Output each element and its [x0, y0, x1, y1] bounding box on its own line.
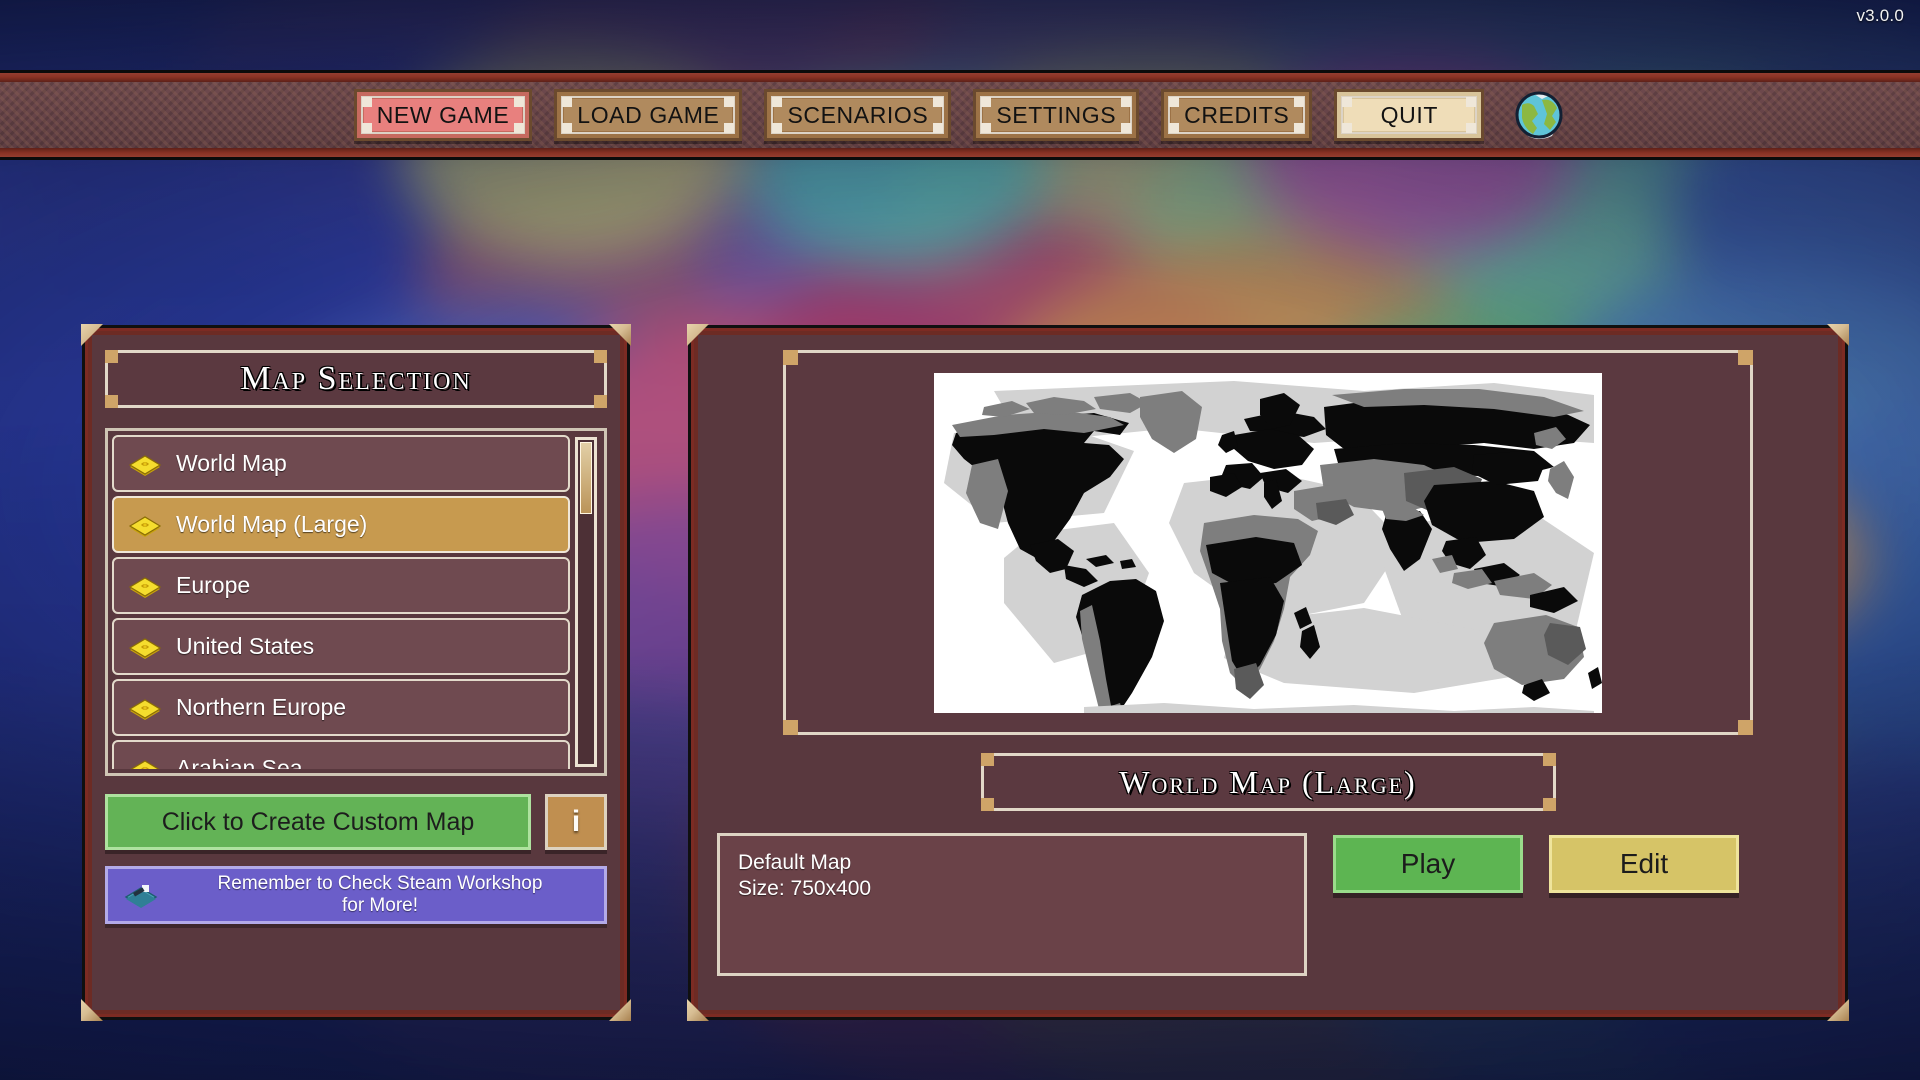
corner-ornament-tl: [81, 324, 103, 346]
corner-ornament-tl: [687, 324, 709, 346]
nav-quit[interactable]: QUIT: [1334, 89, 1484, 141]
corner-ornament-tr: [1827, 324, 1849, 346]
globe-icon[interactable]: [1512, 88, 1566, 142]
map-stack-icon: [128, 451, 162, 477]
map-stack-icon: [128, 573, 162, 599]
corner-ornament-br: [1827, 999, 1849, 1021]
world-map-preview: [934, 373, 1602, 713]
map-stack-icon: [128, 634, 162, 660]
nav-settings-label: SETTINGS: [982, 102, 1130, 129]
map-selection-title-plate: Map Selection: [105, 350, 607, 408]
navbar-top-stripe: [0, 73, 1920, 82]
map-preview-frame: [783, 350, 1753, 735]
version-label: v3.0.0: [1856, 6, 1904, 26]
map-list-scrollbar-thumb[interactable]: [580, 442, 592, 514]
nav-credits-label: CREDITS: [1170, 102, 1303, 129]
map-list-item-label: Arabian Sea: [176, 755, 303, 769]
map-list-item-label: United States: [176, 633, 314, 660]
nav-load-game[interactable]: LOAD GAME: [554, 89, 742, 141]
map-selection-panel: Map Selection World Map World Map (Large)…: [82, 325, 630, 1020]
map-list-scroll-area[interactable]: World Map World Map (Large) Europe United S…: [112, 435, 570, 769]
corner-ornament-tr: [609, 324, 631, 346]
corner-ornament-bl: [81, 999, 103, 1021]
map-stack-icon: [128, 695, 162, 721]
corner-ornament-bl: [687, 999, 709, 1021]
navbar-bottom-stripe: [0, 148, 1920, 157]
selected-map-title: World Map (Large): [1119, 764, 1416, 801]
navbar-buttons: NEW GAME LOAD GAME SCENARIOS SETTINGS CREDIT…: [0, 82, 1920, 148]
description-line-2: Size: 750x400: [738, 876, 1286, 902]
map-list-item[interactable]: Northern Europe: [112, 679, 570, 736]
main-navbar: NEW GAME LOAD GAME SCENARIOS SETTINGS CREDIT…: [0, 70, 1920, 160]
map-list-item-label: Northern Europe: [176, 694, 346, 721]
corner-ornament-br: [609, 999, 631, 1021]
play-button-label: Play: [1401, 848, 1455, 880]
map-stack-icon: [128, 756, 162, 770]
nav-load-game-label: LOAD GAME: [563, 102, 733, 129]
selected-map-title-plate: World Map (Large): [981, 753, 1556, 811]
nav-settings[interactable]: SETTINGS: [973, 89, 1139, 141]
info-button[interactable]: i: [545, 794, 607, 850]
map-actions-row: Default Map Size: 750x400 Play Edit: [717, 833, 1819, 976]
nav-scenarios-label: SCENARIOS: [773, 102, 942, 129]
play-button[interactable]: Play: [1333, 835, 1523, 893]
create-custom-map-label: Click to Create Custom Map: [162, 808, 475, 837]
workshop-line-2: for More!: [172, 895, 588, 917]
map-preview-panel: World Map (Large) Default Map Size: 750x…: [688, 325, 1848, 1020]
steam-workshop-banner[interactable]: Remember to Check Steam Workshop for Mor…: [105, 866, 607, 924]
map-list-item[interactable]: World Map (Large): [112, 496, 570, 553]
steam-workshop-text: Remember to Check Steam Workshop for Mor…: [172, 873, 588, 918]
edit-button[interactable]: Edit: [1549, 835, 1739, 893]
workshop-line-1: Remember to Check Steam Workshop: [172, 873, 588, 895]
map-list-item[interactable]: World Map: [112, 435, 570, 492]
create-custom-map-button[interactable]: Click to Create Custom Map: [105, 794, 531, 850]
page-title: Map Selection: [240, 360, 472, 398]
nav-quit-label: QUIT: [1367, 102, 1452, 129]
map-list-item[interactable]: United States: [112, 618, 570, 675]
nav-scenarios[interactable]: SCENARIOS: [764, 89, 951, 141]
edit-button-label: Edit: [1620, 848, 1668, 880]
steam-workshop-icon: [124, 882, 158, 908]
nav-new-game[interactable]: NEW GAME: [354, 89, 533, 141]
map-list-scrollbar[interactable]: [575, 437, 597, 767]
nav-new-game-label: NEW GAME: [363, 102, 524, 129]
map-list-item-label: Europe: [176, 572, 250, 599]
description-line-1: Default Map: [738, 850, 1286, 876]
map-list-item[interactable]: Europe: [112, 557, 570, 614]
info-icon: i: [572, 805, 580, 839]
map-list: World Map World Map (Large) Europe United S…: [105, 428, 607, 776]
nav-credits[interactable]: CREDITS: [1161, 89, 1312, 141]
map-list-item-label: World Map: [176, 450, 287, 477]
map-list-item-label: World Map (Large): [176, 511, 367, 538]
map-description-box: Default Map Size: 750x400: [717, 833, 1307, 976]
map-stack-icon: [128, 512, 162, 538]
map-list-item[interactable]: Arabian Sea: [112, 740, 570, 769]
